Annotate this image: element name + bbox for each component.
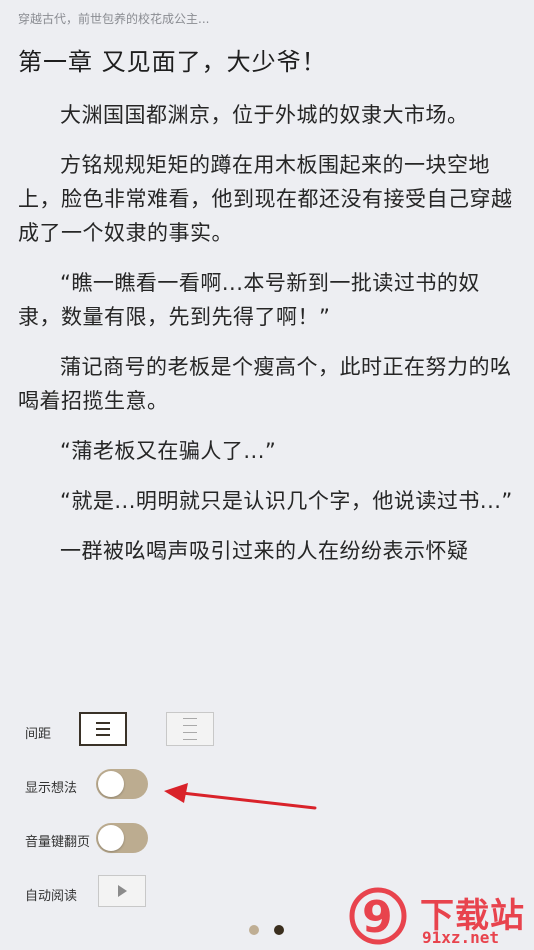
paragraph: 大渊国国都渊京，位于外城的奴隶大市场。 (60, 103, 469, 127)
watermark-url: 91xz.net (422, 928, 500, 947)
paragraph: “就是...明明就只是认识几个字，他说读过书...” (60, 489, 513, 513)
show-thoughts-toggle[interactable] (96, 769, 148, 799)
play-icon (118, 885, 127, 897)
paragraph: 一群被吆喝声吸引过来的人在纷纷表示怀疑 (60, 539, 469, 563)
watermark-logo: 9 下载站 91xz.net (348, 886, 528, 948)
book-header: 穿越古代，前世包养的校花成公主... (18, 12, 210, 26)
page-dot-2-active[interactable] (274, 925, 284, 935)
paragraph: “瞧一瞧看一看啊...本号新到一批读过书的奴隶，数量有限，先到先得了啊！” (18, 271, 480, 329)
toggle-knob (98, 825, 124, 851)
show-thoughts-label: 显示想法 (25, 781, 78, 796)
chapter-title: 第一章 又见面了，大少爷！ (18, 48, 327, 76)
line-spacing-loose-icon (183, 715, 197, 743)
annotation-arrow-icon (164, 783, 317, 810)
volume-page-label: 音量键翻页 (25, 835, 91, 850)
brand-logo-icon: 9 (349, 887, 407, 945)
paragraph: 方铭规规矩矩的蹲在用木板围起来的一块空地上，脸色非常难看，他到现在都还没有接受自… (18, 153, 513, 245)
auto-read-label: 自动阅读 (25, 889, 78, 904)
spacing-label: 间距 (25, 727, 52, 742)
toggle-knob (98, 771, 124, 797)
volume-page-toggle[interactable] (96, 823, 148, 853)
svg-text:9: 9 (362, 892, 393, 943)
spacing-loose-button[interactable] (166, 712, 214, 746)
reading-content[interactable]: 大渊国国都渊京，位于外城的奴隶大市场。 方铭规规矩矩的蹲在用木板围起来的一块空地… (18, 98, 518, 690)
line-spacing-tight-icon (96, 720, 110, 738)
auto-read-button[interactable] (98, 875, 146, 907)
paragraph: 蒲记商号的老板是个瘦高个，此时正在努力的吆喝着招揽生意。 (18, 355, 512, 413)
paragraph: “蒲老板又在骗人了...” (60, 439, 277, 463)
spacing-tight-button[interactable] (79, 712, 127, 746)
page-dot-1[interactable] (249, 925, 259, 935)
